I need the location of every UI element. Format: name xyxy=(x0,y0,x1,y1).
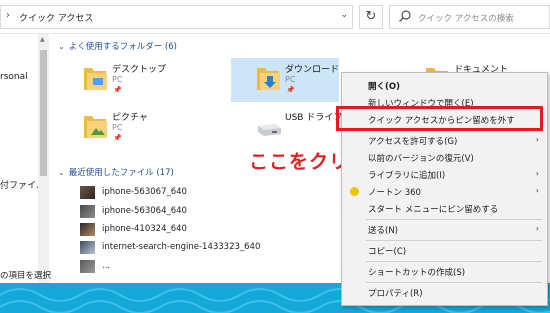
menu-separator xyxy=(366,261,542,262)
menu-separator xyxy=(366,282,542,283)
menu-item-add-to-library[interactable]: ライブラリに追加(I) › xyxy=(342,166,547,183)
address-path: クイック アクセス xyxy=(19,14,94,24)
image-thumbnail xyxy=(80,241,95,254)
pin-icon: 📌 xyxy=(113,134,122,142)
file-name: iphone-563067_640 xyxy=(102,187,187,197)
refresh-button[interactable]: ↻ xyxy=(359,5,383,29)
pictures-folder-icon xyxy=(84,116,107,138)
frequent-folders-header[interactable]: ⌄ よく使用するフォルダー (6) xyxy=(58,40,177,52)
search-icon xyxy=(399,10,411,22)
menu-item-open[interactable]: 開く(O) xyxy=(342,77,547,94)
file-name: internet-search-engine-1433323_640 xyxy=(102,242,261,252)
menu-item-restore-previous[interactable]: 以前のバージョンの復元(V) xyxy=(342,149,547,166)
status-bar: の項目を選択 xyxy=(0,271,52,281)
folder-desktop[interactable]: デスクトップ PC 📌 xyxy=(58,58,166,102)
folder-name: ピクチャ xyxy=(112,113,148,123)
folder-name: デスクトップ xyxy=(112,65,167,75)
menu-item-pin-start[interactable]: スタート メニューにピン留めする xyxy=(342,200,547,217)
image-thumbnail xyxy=(80,186,95,199)
menu-item-norton[interactable]: ノートン 360 › xyxy=(342,183,547,200)
nav-scrollbar[interactable]: ▲ xyxy=(38,34,49,283)
chevron-down-icon: ⌄ xyxy=(58,42,65,51)
file-name: ... xyxy=(102,261,111,271)
desktop-folder-icon xyxy=(84,68,107,90)
pin-icon: 📌 xyxy=(286,86,295,94)
chevron-right-icon: › xyxy=(535,135,539,144)
chevron-right-icon: › xyxy=(535,224,539,233)
search-placeholder: クイック アクセスの検索 xyxy=(418,14,514,24)
search-input[interactable]: クイック アクセスの検索 xyxy=(389,5,550,29)
refresh-icon: ↻ xyxy=(365,9,377,24)
folder-downloads[interactable]: ダウンロード PC 📌 xyxy=(231,58,339,102)
usb-drive-icon xyxy=(258,124,281,136)
image-thumbnail xyxy=(80,260,95,273)
folder-pictures[interactable]: ピクチャ PC 📌 xyxy=(58,106,166,150)
menu-item-send-to[interactable]: 送る(N) › xyxy=(342,221,547,238)
image-thumbnail xyxy=(80,205,95,218)
menu-item-copy[interactable]: コピー(C) xyxy=(342,242,547,259)
menu-item-properties[interactable]: プロパティ(R) xyxy=(342,284,547,301)
folder-location: PC xyxy=(112,75,123,84)
folder-location: PC xyxy=(285,75,296,84)
folder-usb-drive[interactable]: USB ドライブ ( xyxy=(231,106,349,150)
scroll-thumb[interactable] xyxy=(40,50,47,176)
highlight-box xyxy=(336,106,543,131)
address-bar[interactable]: › クイック アクセス ⌄ xyxy=(0,5,353,29)
file-name: iphone-410324_640 xyxy=(102,224,187,234)
image-thumbnail xyxy=(80,223,95,236)
pin-icon: 📌 xyxy=(113,86,122,94)
menu-item-give-access[interactable]: アクセスを許可する(G) › xyxy=(342,132,547,149)
file-name: iphone-563064_640 xyxy=(102,206,187,216)
folder-name: ダウンロード xyxy=(285,65,340,75)
menu-separator xyxy=(366,240,542,241)
folder-location: PC xyxy=(112,123,123,132)
nav-item-personal[interactable]: rsonal xyxy=(0,72,28,82)
menu-item-create-shortcut[interactable]: ショートカットの作成(S) xyxy=(342,263,547,280)
chevron-right-icon: › xyxy=(535,169,539,178)
chevron-down-icon: ⌄ xyxy=(58,168,65,177)
chevron-right-icon: › xyxy=(535,186,539,195)
recent-files-header[interactable]: ⌄ 最近使用したファイル (17) xyxy=(58,166,174,178)
scroll-up-icon[interactable]: ▲ xyxy=(40,36,45,43)
address-dropdown-icon[interactable]: ⌄ xyxy=(340,10,348,20)
norton-icon xyxy=(350,187,359,196)
menu-separator xyxy=(366,219,542,220)
breadcrumb-chevron-icon[interactable]: › xyxy=(6,10,10,21)
downloads-folder-icon xyxy=(257,68,280,90)
address-row: › クイック アクセス ⌄ ↻ クイック アクセスの検索 xyxy=(0,0,550,34)
